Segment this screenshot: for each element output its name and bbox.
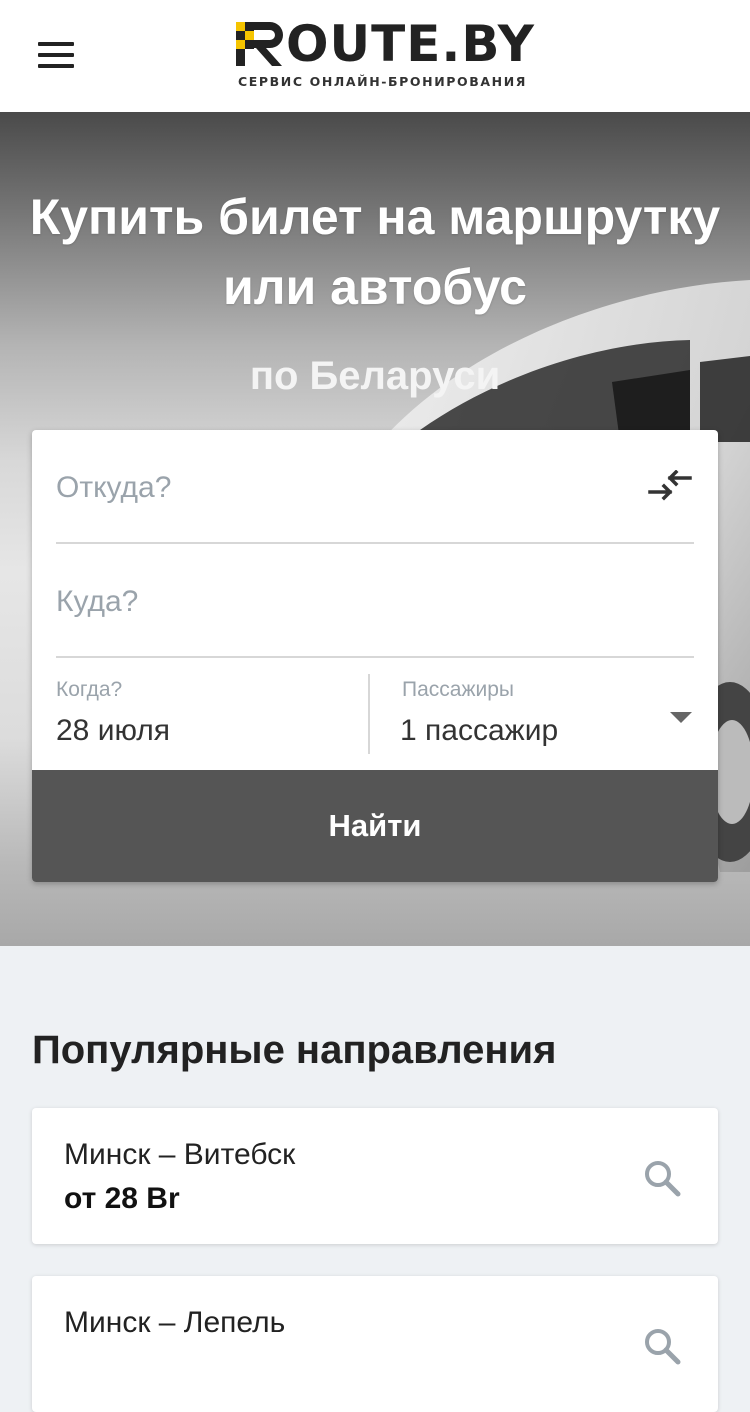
date-label: Когда?	[56, 678, 123, 701]
date-value: 28 июля	[56, 714, 171, 747]
from-field	[56, 430, 694, 544]
logo-wordmark: OUTE.BY	[236, 15, 535, 73]
logo[interactable]: OUTE.BY СЕРВИС ОНЛАЙН-БРОНИРОВАНИЯ	[236, 19, 586, 92]
route-card[interactable]: Минск – Лепель	[32, 1276, 718, 1412]
hero-title-line1: Купить билет на маршрутку	[29, 189, 721, 245]
header: OUTE.BY СЕРВИС ОНЛАЙН-БРОНИРОВАНИЯ	[0, 0, 750, 112]
route-card[interactable]: Минск – Витебск от 28 Br	[32, 1108, 718, 1244]
search-form: Когда? 28 июля Пассажиры 1 пассажир Найт…	[32, 430, 718, 882]
hamburger-menu-icon[interactable]	[38, 42, 74, 68]
find-button[interactable]: Найти	[32, 770, 718, 882]
route-name: Минск – Витебск	[64, 1138, 296, 1171]
logo-text: OUTE.BY	[286, 15, 535, 73]
swap-arrows-icon[interactable]	[648, 470, 692, 506]
from-input[interactable]	[56, 460, 636, 516]
route-name: Минск – Лепель	[64, 1306, 286, 1339]
passengers-select[interactable]: Пассажиры 1 пассажир	[368, 674, 718, 754]
passengers-value: 1 пассажир	[400, 714, 559, 747]
hero-title-line2: или автобус	[223, 259, 527, 315]
to-field	[56, 544, 694, 658]
chevron-down-icon	[670, 712, 692, 723]
to-input[interactable]	[56, 574, 636, 630]
hero-title: Купить билет на маршрутку или автобус	[0, 182, 750, 322]
search-icon[interactable]	[642, 1158, 682, 1198]
route-price: от 28 Br	[64, 1182, 180, 1215]
logo-r-icon	[236, 22, 283, 66]
logo-subtitle: СЕРВИС ОНЛАЙН-БРОНИРОВАНИЯ	[238, 74, 528, 89]
date-passengers-row: Когда? 28 июля Пассажиры 1 пассажир	[32, 658, 718, 770]
hero-subtitle: по Беларуси	[249, 354, 501, 398]
date-picker[interactable]: Когда? 28 июля	[56, 658, 368, 770]
search-icon[interactable]	[642, 1326, 682, 1366]
passengers-label: Пассажиры	[402, 678, 515, 701]
popular-heading: Популярные направления	[32, 1028, 557, 1072]
